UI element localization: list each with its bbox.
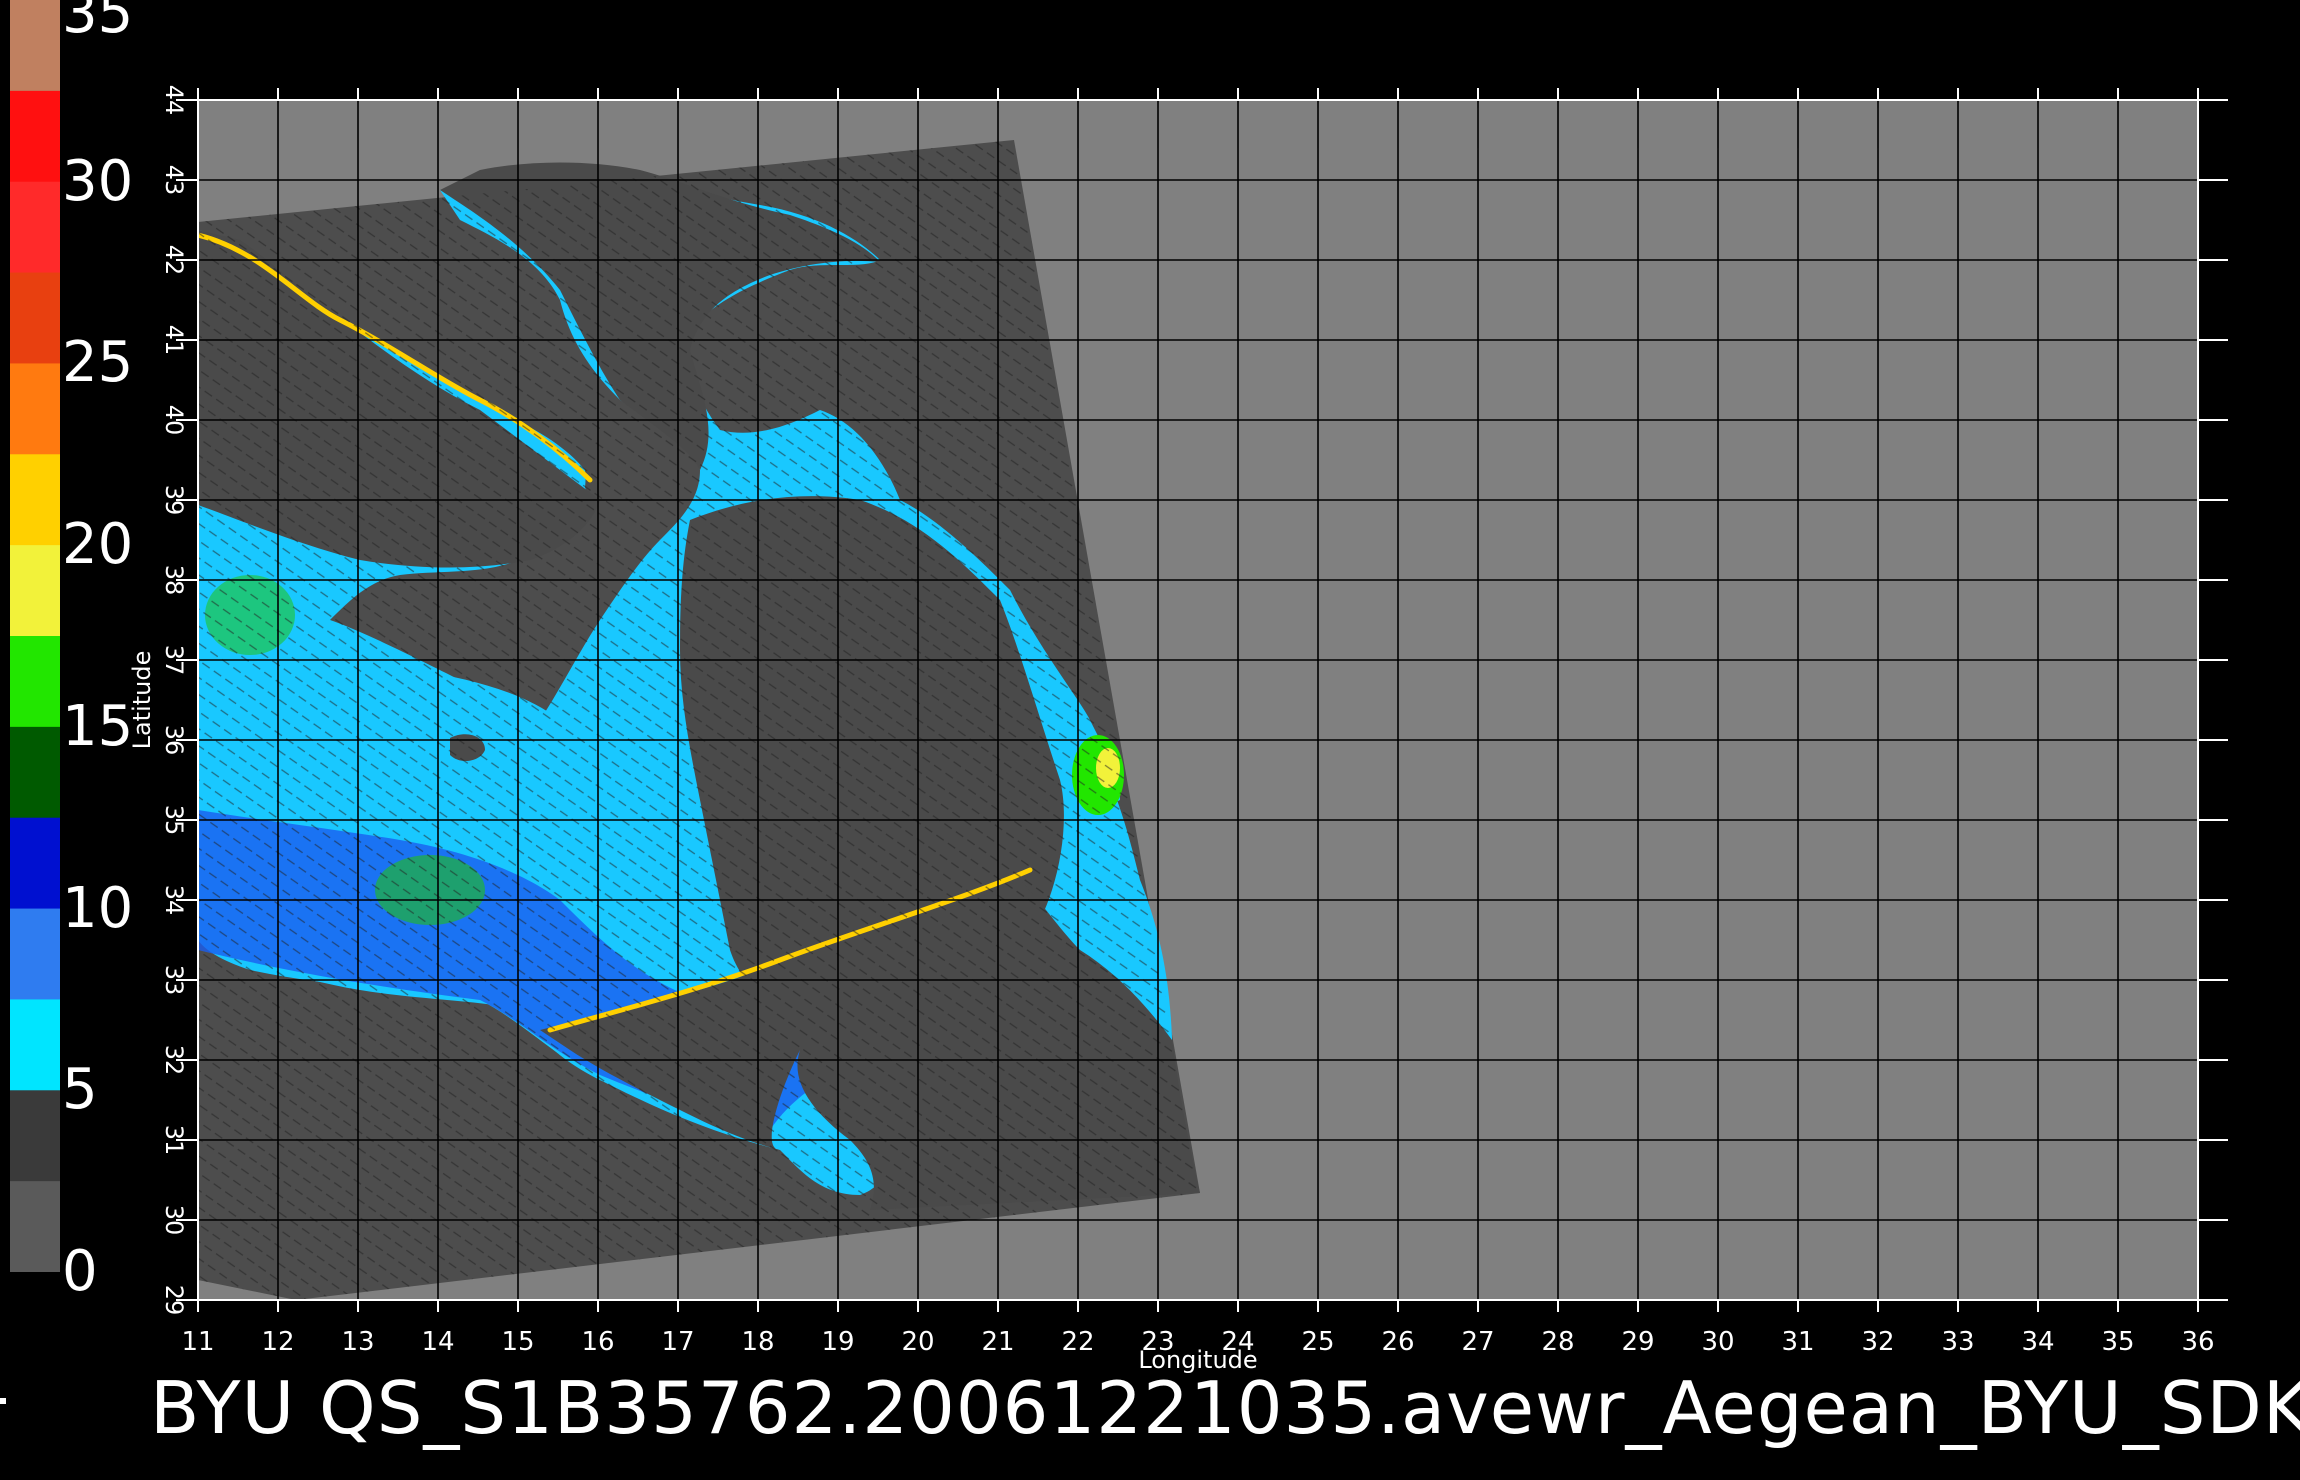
longitude-tick-label: 14 (421, 1327, 454, 1357)
longitude-tick-label: 12 (261, 1327, 294, 1357)
longitude-tick-label: 17 (661, 1327, 694, 1357)
longitude-tick-label: 21 (981, 1327, 1014, 1357)
longitude-tick-label: 16 (581, 1327, 614, 1357)
latitude-tick-label: 37 (160, 645, 188, 676)
longitude-tick-label: 32 (1861, 1327, 1894, 1357)
longitude-tick-label: 22 (1061, 1327, 1094, 1357)
longitude-tick-label: 31 (1781, 1327, 1814, 1357)
y-axis-label: Latitude (128, 651, 156, 750)
latitude-tick-label: 39 (160, 485, 188, 516)
longitude-tick-label: 19 (821, 1327, 854, 1357)
longitude-tick-label: 26 (1381, 1327, 1414, 1357)
longitude-tick-label: 29 (1621, 1327, 1654, 1357)
latitude-tick-label: 32 (160, 1045, 188, 1076)
latitude-tick-label: 44 (160, 85, 188, 116)
latitude-tick-label: 38 (160, 565, 188, 596)
latitude-tick-labels: 29 30 31 32 33 34 35 36 37 38 39 40 41 42 43 44 (160, 85, 188, 1316)
longitude-tick-label: 34 (2021, 1327, 2054, 1357)
latitude-tick-label: 42 (160, 245, 188, 276)
latitude-tick-label: 40 (160, 405, 188, 436)
longitude-tick-label: 35 (2101, 1327, 2134, 1357)
longitude-tick-label: 27 (1461, 1327, 1494, 1357)
latitude-tick-label: 33 (160, 965, 188, 996)
latitude-tick-label: 29 (160, 1285, 188, 1316)
longitude-tick-label: 13 (341, 1327, 374, 1357)
longitude-tick-label: 18 (741, 1327, 774, 1357)
latitude-tick-label: 31 (160, 1125, 188, 1156)
latitude-tick-label: 34 (160, 885, 188, 916)
longitude-tick-label: 25 (1301, 1327, 1334, 1357)
longitude-tick-label: 28 (1541, 1327, 1574, 1357)
latitude-tick-label: 35 (160, 805, 188, 836)
image-caption: BYU QS_S1B35762.20061221035.avewr_Aegean… (150, 1366, 2300, 1450)
longitude-tick-label: 30 (1701, 1327, 1734, 1357)
longitude-tick-label: 36 (2181, 1327, 2214, 1357)
longitude-tick-label: 15 (501, 1327, 534, 1357)
edge-marker (0, 1398, 6, 1404)
latitude-tick-label: 43 (160, 165, 188, 196)
latitude-tick-label: 30 (160, 1205, 188, 1236)
longitude-tick-label: 33 (1941, 1327, 1974, 1357)
longitude-tick-label: 11 (181, 1327, 214, 1357)
latitude-tick-label: 41 (160, 325, 188, 356)
wind-speed-map: 11 12 13 14 15 16 17 18 19 20 21 22 23 24 25 26 27 28 29 30… (128, 85, 2228, 1374)
longitude-tick-label: 20 (901, 1327, 934, 1357)
latitude-tick-label: 36 (160, 725, 188, 756)
